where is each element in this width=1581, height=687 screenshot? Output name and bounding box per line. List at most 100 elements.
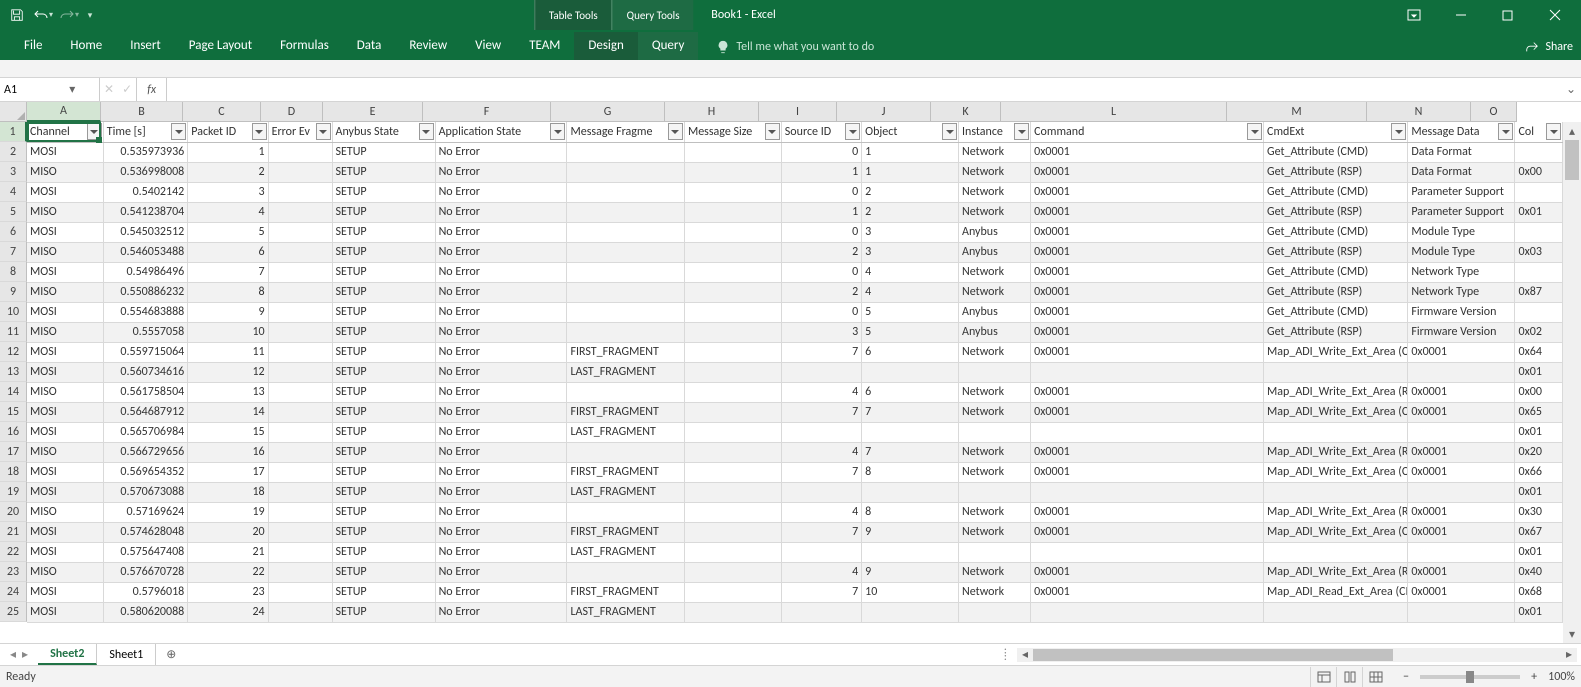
cell[interactable]: 0x40	[1515, 562, 1563, 582]
cell[interactable]: SETUP	[332, 502, 435, 522]
cell[interactable]: 20	[188, 522, 268, 542]
cell[interactable]	[1408, 482, 1515, 502]
cell[interactable]: SETUP	[332, 582, 435, 602]
cell[interactable]	[684, 542, 781, 562]
filter-dropdown-icon[interactable]	[1247, 123, 1262, 140]
horizontal-scrollbar[interactable]: ◂ ▸	[1017, 648, 1577, 662]
cell[interactable]	[684, 362, 781, 382]
cell[interactable]: 0x00	[1515, 382, 1563, 402]
vertical-scrollbar[interactable]: ▴ ▾	[1563, 122, 1581, 643]
cell[interactable]: Network	[959, 202, 1031, 222]
column-header[interactable]: B	[101, 102, 183, 122]
cell[interactable]: LAST_FRAGMENT	[567, 362, 684, 382]
row-header[interactable]: 15	[0, 402, 27, 422]
cell[interactable]: 0x0001	[1031, 462, 1264, 482]
cell[interactable]: 22	[188, 562, 268, 582]
cell[interactable]: MOSI	[27, 222, 103, 242]
cell[interactable]: Network	[959, 142, 1031, 162]
cell[interactable]: LAST_FRAGMENT	[567, 482, 684, 502]
cell[interactable]	[781, 362, 861, 382]
cell[interactable]: 5	[188, 222, 268, 242]
cell[interactable]: 0x0001	[1031, 302, 1264, 322]
cell[interactable]: MISO	[27, 322, 103, 342]
cell[interactable]: 0x01	[1515, 422, 1563, 442]
cell[interactable]: 12	[188, 362, 268, 382]
cell[interactable]	[781, 602, 861, 622]
cell[interactable]: 7	[781, 402, 861, 422]
maximize-icon[interactable]	[1485, 1, 1530, 29]
table-column-header[interactable]: Message Size	[684, 122, 781, 142]
row-header[interactable]: 19	[0, 482, 27, 502]
cell[interactable]: 0	[781, 142, 861, 162]
cell[interactable]	[1408, 542, 1515, 562]
cell[interactable]: 0x03	[1515, 242, 1563, 262]
cell[interactable]	[1264, 482, 1408, 502]
cell[interactable]: No Error	[435, 442, 567, 462]
column-header[interactable]: G	[551, 102, 665, 122]
spreadsheet-grid[interactable]: ABCDEFGHIJKLMNO 123456789101112131415161…	[0, 102, 1581, 643]
cell[interactable]: Network	[959, 162, 1031, 182]
minimize-icon[interactable]	[1438, 1, 1483, 29]
cell[interactable]	[862, 362, 959, 382]
cell[interactable]	[567, 162, 684, 182]
share-icon[interactable]	[1525, 40, 1539, 54]
cell[interactable]: Network	[959, 442, 1031, 462]
cell[interactable]	[268, 342, 332, 362]
new-sheet-button[interactable]: ⊕	[156, 644, 186, 665]
cell[interactable]: 4	[781, 442, 861, 462]
tab-home[interactable]: Home	[56, 32, 116, 60]
cell[interactable]: 1	[862, 142, 959, 162]
cell[interactable]	[684, 562, 781, 582]
cell[interactable]: Module Type	[1408, 222, 1515, 242]
cell[interactable]: 13	[188, 382, 268, 402]
cell[interactable]: Network	[959, 262, 1031, 282]
cell[interactable]: 0	[781, 182, 861, 202]
cell[interactable]	[1031, 422, 1264, 442]
cell[interactable]: 0.5796018	[103, 582, 188, 602]
cell[interactable]: FIRST_FRAGMENT	[567, 522, 684, 542]
tab-query[interactable]: Query	[638, 32, 699, 60]
row-header[interactable]: 1	[0, 122, 27, 142]
cell[interactable]: 0.565706984	[103, 422, 188, 442]
page-layout-view-icon[interactable]	[1336, 667, 1362, 687]
cell[interactable]	[268, 162, 332, 182]
cell[interactable]: 0x0001	[1031, 342, 1264, 362]
cell[interactable]: MOSI	[27, 362, 103, 382]
cell[interactable]: Parameter Support	[1408, 182, 1515, 202]
cell[interactable]: Map_ADI_Write_Ext_Area (RSP)	[1264, 382, 1408, 402]
cell[interactable]: No Error	[435, 522, 567, 542]
column-header[interactable]: H	[665, 102, 759, 122]
cell[interactable]: 8	[862, 462, 959, 482]
tab-review[interactable]: Review	[395, 32, 461, 60]
cell[interactable]: SETUP	[332, 222, 435, 242]
select-all-corner[interactable]	[0, 102, 27, 122]
cell[interactable]: No Error	[435, 302, 567, 322]
cell[interactable]: 0x0001	[1408, 522, 1515, 542]
cell[interactable]: 0x01	[1515, 202, 1563, 222]
cell[interactable]: 0x0001	[1408, 582, 1515, 602]
close-icon[interactable]	[1532, 1, 1577, 29]
scroll-right-icon[interactable]: ▸	[1561, 647, 1577, 662]
fx-icon[interactable]: fx	[137, 78, 167, 101]
cell[interactable]: Get_Attribute (RSP)	[1264, 242, 1408, 262]
cell[interactable]: FIRST_FRAGMENT	[567, 402, 684, 422]
row-header[interactable]: 22	[0, 542, 27, 562]
cell[interactable]: MISO	[27, 502, 103, 522]
cell[interactable]: 9	[862, 562, 959, 582]
cell[interactable]: 0	[781, 222, 861, 242]
cell[interactable]: 8	[862, 502, 959, 522]
cell[interactable]: 0.54986496	[103, 262, 188, 282]
cell[interactable]: 0x00	[1515, 162, 1563, 182]
zoom-in-button[interactable]: +	[1526, 670, 1542, 684]
cell[interactable]	[268, 202, 332, 222]
cell[interactable]: 0.580620088	[103, 602, 188, 622]
cell[interactable]: 3	[188, 182, 268, 202]
cell[interactable]: Map_ADI_Write_Ext_Area (RSP)	[1264, 502, 1408, 522]
column-header[interactable]: I	[759, 102, 837, 122]
cell[interactable]	[567, 242, 684, 262]
cell[interactable]: No Error	[435, 382, 567, 402]
cell[interactable]: 0x0001	[1031, 222, 1264, 242]
cell[interactable]: SETUP	[332, 382, 435, 402]
cell[interactable]	[1264, 422, 1408, 442]
cell[interactable]	[684, 162, 781, 182]
